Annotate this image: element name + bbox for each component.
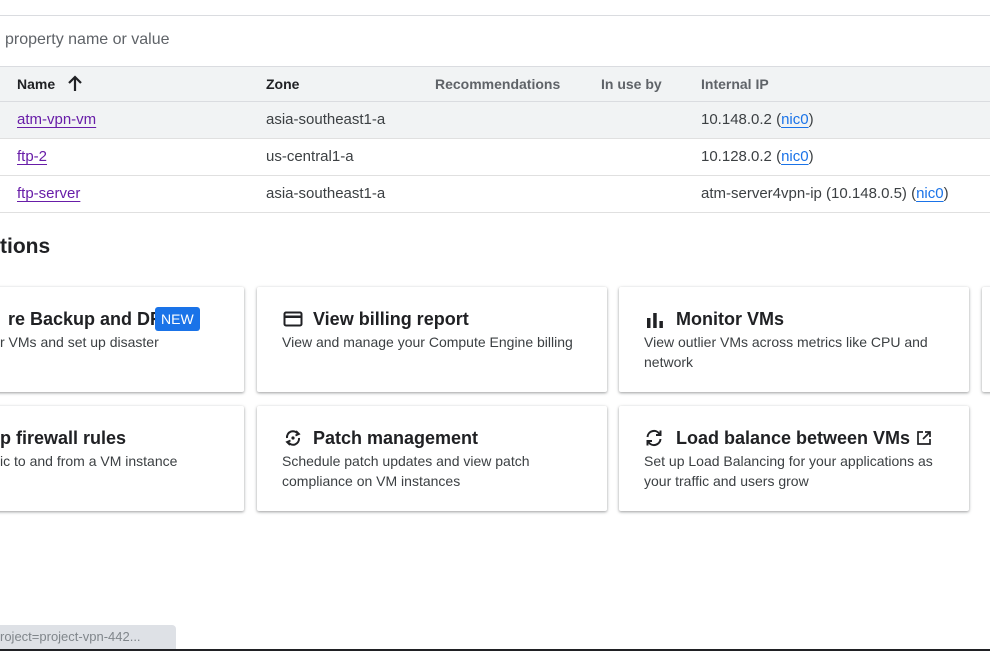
patch-sync-icon [285,430,301,446]
card-title: re Backup and DR [8,309,164,329]
table-header: Name Zone Recommendations In use by Inte… [0,66,990,102]
credit-card-icon [283,311,303,327]
header-divider [0,15,990,16]
vm-name-link[interactable]: ftp-server [17,185,80,202]
zone-cell: asia-southeast1-a [266,185,386,202]
card-description: View and manage your Compute Engine bill… [282,334,573,350]
card-description: ic to and from a VM instance [0,453,178,469]
internal-ip-cell: 10.128.0.2 (nic0) [701,148,814,165]
card-title: Monitor VMs [676,309,784,329]
zone-cell: asia-southeast1-a [266,111,386,128]
card-title: Load balance between VMs [676,428,911,448]
card-partial[interactable] [982,287,990,392]
card-view-billing-report[interactable]: View billing report View and manage your… [257,287,607,392]
column-header-internal-ip[interactable]: Internal IP [701,67,769,101]
internal-ip-cell: atm-server4vpn-ip (10.148.0.5) (nic0) [701,185,949,202]
filter-placeholder: property name or value [5,31,170,48]
sort-ascending-icon[interactable] [66,75,84,93]
card-description: View outlier VMs across metrics like CPU… [644,334,928,370]
column-header-recommendations[interactable]: Recommendations [435,67,560,101]
card-backup-dr[interactable]: re Backup and DR NEW r VMs and set up di… [0,287,244,392]
card-monitor-vms[interactable]: Monitor VMs View outlier VMs across metr… [619,287,969,392]
table-row[interactable]: ftp-server asia-southeast1-a atm-server4… [0,176,990,213]
card-title: View billing report [313,309,469,329]
card-description: Schedule patch updates and view patch co… [282,453,530,489]
column-header-in-use-by[interactable]: In use by [601,67,662,101]
card-firewall-rules[interactable]: p firewall rules ic to and from a VM ins… [0,406,244,511]
card-title: p firewall rules [0,428,127,448]
open-in-new-icon [917,431,931,445]
new-badge: NEW [155,307,200,331]
table-row[interactable]: atm-vpn-vm asia-southeast1-a 10.148.0.2 … [0,102,990,139]
status-bar-url: roject=project-vpn-442... [0,625,176,649]
vm-name-link[interactable]: atm-vpn-vm [17,111,96,128]
bar-chart-icon [647,313,663,328]
filter-input[interactable]: property name or value [5,31,170,49]
section-title: tions [0,235,51,258]
nic-link[interactable]: nic0 [781,148,809,165]
vm-name-link[interactable]: ftp-2 [17,148,47,165]
card-description: Set up Load Balancing for your applicati… [644,453,933,489]
table-row[interactable]: ftp-2 us-central1-a 10.128.0.2 (nic0) [0,139,990,176]
internal-ip-cell: 10.148.0.2 (nic0) [701,111,814,128]
nic-link[interactable]: nic0 [916,185,944,202]
column-header-name[interactable]: Name [17,67,55,101]
card-load-balance[interactable]: Load balance between VMs Set up Load Bal… [619,406,969,511]
card-description: r VMs and set up disaster [0,334,159,350]
card-title: Patch management [313,428,479,448]
nic-link[interactable]: nic0 [781,111,809,128]
card-patch-management[interactable]: Patch management Schedule patch updates … [257,406,607,511]
zone-cell: us-central1-a [266,148,354,165]
column-header-zone[interactable]: Zone [266,67,299,101]
refresh-icon [646,429,662,447]
